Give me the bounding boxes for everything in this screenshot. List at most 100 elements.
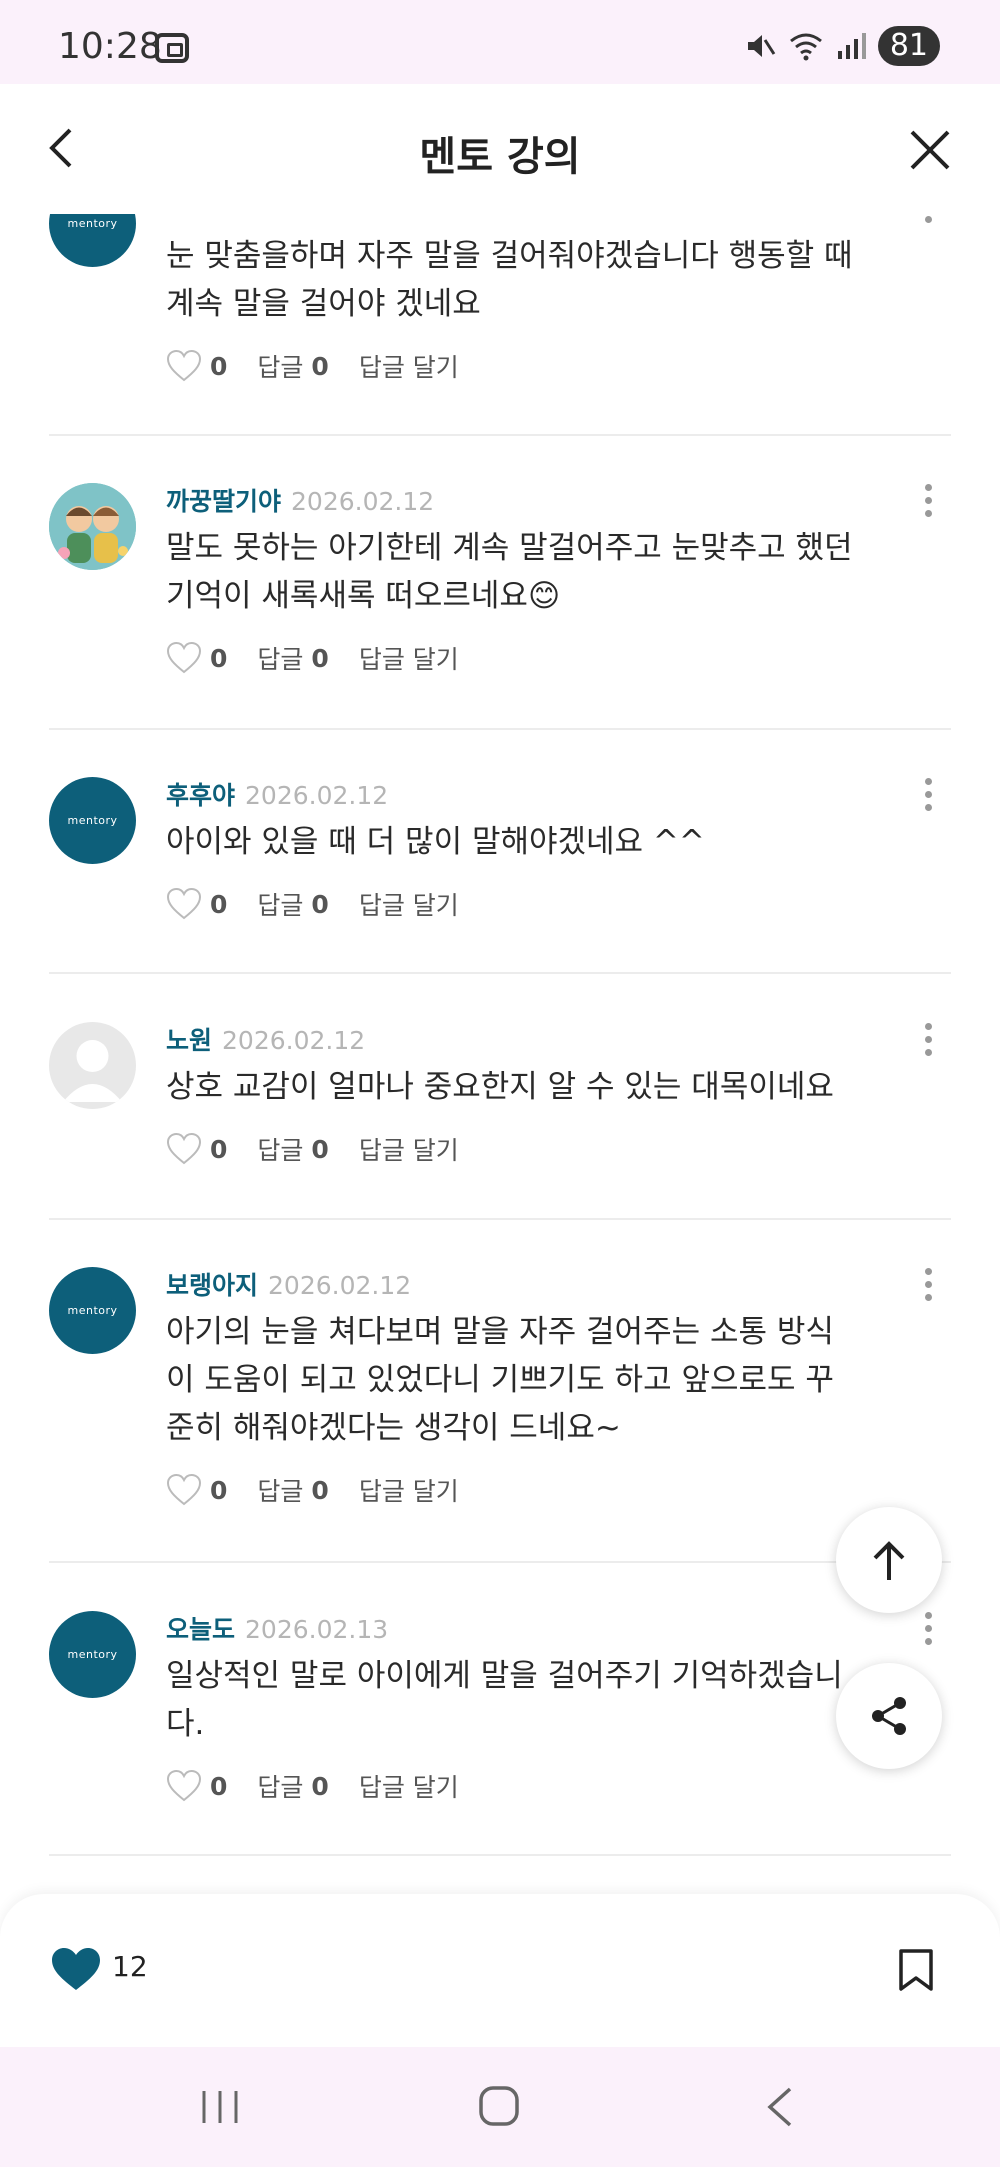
reply-label: 답글 [257,1773,304,1802]
avatar-logo: mentory [67,1304,118,1317]
divider [49,972,951,974]
like-icon[interactable] [166,887,202,921]
comment-date: 2026.02.13 [245,1615,389,1644]
like-icon[interactable] [166,1769,202,1803]
divider [49,1561,951,1563]
mute-icon [747,35,776,57]
close-icon[interactable] [908,128,952,172]
share-button[interactable] [836,1663,942,1769]
status-time: 10:28 [58,26,162,67]
arrow-up-icon [873,1541,905,1580]
reply-count: 0 [311,1475,329,1505]
user-avatar[interactable]: mentory [49,1611,136,1698]
like-icon[interactable] [166,1132,202,1166]
comment-text: 아이와 있을 때 더 많이 말해야겠네요 ^^ [166,824,705,860]
user-avatar[interactable] [49,1022,136,1109]
system-back-icon[interactable] [764,2085,794,2129]
bottom-action-bar: 12 [0,1894,1000,2047]
user-avatar[interactable]: mentory [49,777,136,864]
reply-label: 답글 [257,1136,304,1165]
status-bar: 10:28 81 [0,0,1000,84]
comment-author[interactable]: 까꿍딸기야 [166,487,281,516]
comment-meta: 보랭아지 2026.02.12 [166,1266,411,1302]
comment-meta: 후후야 2026.02.12 [166,776,388,812]
comment-text: 상호 교감이 얼마나 중요한지 알 수 있는 대목이네요 [166,1069,834,1105]
reply-label: 답글 [257,1477,304,1506]
scroll-to-top-button[interactable] [836,1507,942,1613]
divider [49,1854,951,1856]
comment-meta: 노원 2026.02.12 [166,1021,365,1057]
app-header: 멘토 강의 [0,84,1000,214]
total-like-count: 12 [112,1950,148,1983]
comment-date: 2026.02.12 [222,1026,366,1055]
more-options-icon[interactable] [918,484,938,524]
user-avatar[interactable]: mentory [49,214,136,267]
bookmark-icon[interactable] [898,1948,934,1992]
avatar-logo: mentory [67,217,118,230]
comment-text: 아기의 눈을 쳐다보며 말을 자주 걸어주는 소통 방식이 도움이 되고 있었다… [166,1314,834,1446]
avatar-photo-icon [49,483,136,570]
comment-author[interactable]: 보랭아지 [166,1271,258,1300]
default-user-icon [63,1040,122,1102]
system-nav-bar [0,2047,1000,2167]
like-count: 0 [210,889,228,919]
comment-meta: 오늘도 2026.02.13 [166,1610,388,1646]
like-count: 0 [210,351,228,381]
write-reply-button[interactable]: 답글 달기 [359,886,459,922]
comment-meta: 까꿍딸기야 2026.02.12 [166,482,434,518]
home-icon[interactable] [478,2085,520,2127]
divider [49,728,951,730]
comment-text: 말도 못하는 아기한테 계속 말걸어주고 눈맞추고 했던 기억이 새록새록 떠오… [166,530,853,614]
reply-label: 답글 [257,353,304,382]
comment-author[interactable]: 오늘도 [166,1615,235,1644]
like-icon[interactable] [166,349,202,383]
like-icon[interactable] [166,641,202,675]
comment-actions: 0 답글 0 답글 달기 [166,348,459,384]
write-reply-button[interactable]: 답글 달기 [359,640,459,676]
more-options-icon[interactable] [918,778,938,818]
avatar-logo: mentory [67,814,118,827]
reply-count: 0 [311,1134,329,1164]
recent-apps-icon[interactable] [200,2087,240,2127]
user-avatar[interactable] [49,483,136,570]
comment-actions: 0 답글 0 답글 달기 [166,1472,459,1508]
reply-label: 답글 [257,645,304,674]
signal-icon [837,33,866,59]
comment-actions: 0 답글 0 답글 달기 [166,886,459,922]
more-options-icon[interactable] [918,1612,938,1652]
write-reply-button[interactable]: 답글 달기 [359,348,459,384]
comment-actions: 0 답글 0 답글 달기 [166,640,459,676]
like-count: 0 [210,1134,228,1164]
comment-author[interactable]: 노원 [166,1026,212,1055]
reply-count: 0 [311,889,329,919]
share-icon [872,1697,906,1735]
reply-count: 0 [311,351,329,381]
comment-date: 2026.02.12 [291,487,435,516]
divider [49,434,951,436]
avatar-logo: mentory [67,1648,118,1661]
write-reply-button[interactable]: 답글 달기 [359,1131,459,1167]
comment-date: 2026.02.12 [268,1271,412,1300]
heart-filled-icon[interactable] [50,1946,102,1992]
write-reply-button[interactable]: 답글 달기 [359,1472,459,1508]
more-options-icon[interactable] [918,1268,938,1308]
reply-count: 0 [311,643,329,673]
write-reply-button[interactable]: 답글 달기 [359,1768,459,1804]
battery-indicator: 81 [877,26,940,66]
more-options-icon[interactable] [918,214,938,230]
like-count: 0 [210,643,228,673]
reply-label: 답글 [257,891,304,920]
divider [49,1218,951,1220]
user-avatar[interactable]: mentory [49,1267,136,1354]
comment-date: 2026.02.12 [245,781,389,810]
reply-count: 0 [311,1771,329,1801]
like-count: 0 [210,1771,228,1801]
comment-text: 일상적인 말로 아이에게 말을 걸어주기 기억하겠습니다. [166,1658,843,1742]
like-count: 0 [210,1475,228,1505]
screenshot-icon [155,33,189,63]
comment-author[interactable]: 후후야 [166,781,235,810]
comment-list[interactable]: mentory 눈 맞춤을하며 자주 말을 걸어줘야겠습니다 행동할 때 계속 … [0,214,1000,1894]
like-icon[interactable] [166,1473,202,1507]
comment-actions: 0 답글 0 답글 달기 [166,1768,459,1804]
more-options-icon[interactable] [918,1023,938,1063]
